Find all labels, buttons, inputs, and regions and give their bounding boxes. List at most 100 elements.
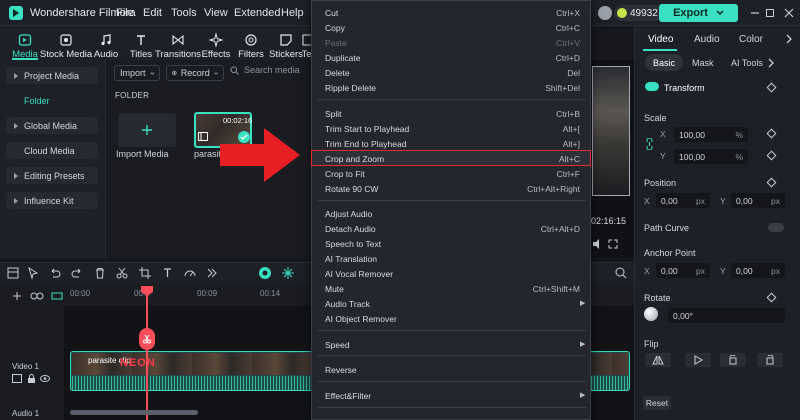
flip-horizontal-button[interactable] (645, 353, 671, 367)
credits-badge[interactable]: 49932 (614, 5, 663, 21)
select-tool-icon[interactable] (26, 266, 40, 280)
menu-item-mute[interactable]: Mute Ctrl+Shift+M (325, 281, 580, 296)
transform-toggle[interactable] (645, 82, 659, 91)
tool-stock-media[interactable]: Stock Media (40, 27, 92, 60)
ai-mate-icon[interactable] (258, 266, 272, 280)
menu-extended[interactable]: Extended (234, 7, 280, 19)
menu-help[interactable]: Help (281, 7, 304, 19)
tool-templates[interactable]: Te (302, 27, 311, 60)
rotate-field[interactable]: 0,00° (668, 308, 785, 323)
sidebar-item-folder[interactable]: Folder (6, 92, 98, 109)
video-track-icon[interactable] (12, 374, 22, 383)
menu-item-copy[interactable]: Copy Ctrl+C (325, 20, 580, 35)
chevron-right-icon[interactable] (767, 58, 775, 68)
menu-item-crop-and-zoom[interactable]: Crop and Zoom Alt+C (325, 151, 580, 166)
menu-view[interactable]: View (204, 7, 228, 19)
playhead[interactable] (146, 287, 148, 420)
menu-item-trim-start[interactable]: Trim Start to Playhead Alt+[ (325, 121, 580, 136)
subtab-basic[interactable]: Basic (645, 54, 684, 71)
fullscreen-icon[interactable] (607, 238, 619, 250)
menu-item-speech-to-text[interactable]: Speech to Text (325, 236, 580, 251)
position-y-field[interactable]: 0,00 px (731, 193, 785, 208)
zoom-icon[interactable] (614, 266, 628, 280)
timeline-scrollbar[interactable] (70, 410, 198, 415)
menu-item-adjust-audio[interactable]: Adjust Audio (325, 206, 580, 221)
rotate-right-button[interactable] (757, 353, 783, 367)
subtab-mask[interactable]: Mask (684, 54, 722, 71)
menu-item-crop-to-fit[interactable]: Crop to Fit Ctrl+F (325, 166, 580, 181)
sidebar-item-cloud-media[interactable]: Cloud Media (6, 142, 98, 159)
menu-item-detach-audio[interactable]: Detach Audio Ctrl+Alt+D (325, 221, 580, 236)
tab-audio[interactable]: Audio (694, 34, 720, 45)
snowflake-icon[interactable] (281, 266, 295, 280)
menu-item-trim-end[interactable]: Trim End to Playhead Alt+] (325, 136, 580, 151)
minimize-icon[interactable] (748, 6, 762, 20)
theme-toggle[interactable] (598, 6, 612, 20)
position-x-field[interactable]: 0,00 px (656, 193, 710, 208)
menu-tools[interactable]: Tools (171, 7, 197, 19)
maximize-icon[interactable] (763, 6, 777, 20)
link-ratio-icon[interactable] (645, 138, 654, 150)
menu-item-effect-filter[interactable]: Effect&Filter (325, 388, 580, 403)
menu-item-reverse[interactable]: Reverse (325, 362, 580, 377)
tool-effects[interactable]: Effects (202, 27, 230, 60)
menu-item-duplicate[interactable]: Duplicate Ctrl+D (325, 50, 580, 65)
sidebar-item-editing-presets[interactable]: Editing Presets (6, 167, 98, 184)
tool-filters[interactable]: Filters (238, 27, 264, 60)
crop-icon[interactable] (138, 266, 152, 280)
reset-button[interactable]: Reset (643, 396, 671, 410)
undo-icon[interactable] (48, 266, 62, 280)
speed-icon[interactable] (183, 266, 197, 280)
redo-icon[interactable] (70, 266, 84, 280)
eye-icon[interactable] (40, 374, 50, 383)
menu-item-split[interactable]: Split Ctrl+B (325, 106, 580, 121)
menu-item-ripple-delete[interactable]: Ripple Delete Shift+Del (325, 80, 580, 95)
volume-icon[interactable] (592, 238, 604, 250)
menu-item-ai-vocal-remover[interactable]: AI Vocal Remover (325, 266, 580, 281)
tool-stickers[interactable]: Stickers (269, 27, 303, 60)
import-media-tile[interactable] (118, 113, 176, 147)
record-dropdown[interactable]: Record (166, 65, 224, 81)
split-scissors-button[interactable] (139, 328, 155, 350)
anchor-x-field[interactable]: 0,00 px (656, 263, 710, 278)
close-icon[interactable] (782, 6, 796, 20)
path-curve-toggle[interactable] (768, 223, 784, 232)
tab-color[interactable]: Color (739, 34, 763, 45)
rotate-left-button[interactable] (720, 353, 746, 367)
tool-media[interactable]: Media (12, 27, 38, 60)
scale-x-field[interactable]: 100,00 % (674, 127, 748, 142)
sidebar-item-influence-kit[interactable]: Influence Kit (6, 192, 98, 209)
search-input[interactable]: Search media (230, 65, 300, 75)
snap-icon[interactable] (50, 289, 64, 303)
menu-file[interactable]: File (116, 7, 134, 19)
tool-titles[interactable]: Titles (130, 27, 152, 60)
split-scissors-icon[interactable] (115, 266, 129, 280)
anchor-y-field[interactable]: 0,00 px (731, 263, 785, 278)
tool-audio[interactable]: Audio (94, 27, 118, 60)
menu-item-ai-translation[interactable]: AI Translation (325, 251, 580, 266)
more-tools-icon[interactable] (205, 266, 219, 280)
menu-item-speed[interactable]: Speed (325, 337, 580, 352)
sidebar-item-project-media[interactable]: Project Media (6, 67, 98, 84)
menu-item-rotate-90-cw[interactable]: Rotate 90 CW Ctrl+Alt+Right (325, 181, 580, 196)
import-dropdown[interactable]: Import (114, 65, 160, 81)
add-track-icon[interactable] (10, 289, 24, 303)
rotate-knob[interactable] (644, 307, 658, 321)
link-icon[interactable] (30, 289, 44, 303)
lock-icon[interactable] (27, 374, 36, 383)
menu-edit[interactable]: Edit (143, 7, 162, 19)
subtab-ai-tools[interactable]: AI Tools (723, 54, 771, 71)
tool-transitions[interactable]: Transitions (155, 27, 201, 60)
menu-item-delete[interactable]: Delete Del (325, 65, 580, 80)
chevron-right-icon[interactable] (785, 34, 793, 44)
text-tool-icon[interactable] (161, 266, 175, 280)
menu-item-ai-object-remover[interactable]: AI Object Remover (325, 311, 580, 326)
delete-icon[interactable] (93, 266, 107, 280)
flip-vertical-button[interactable] (685, 353, 711, 367)
scale-y-field[interactable]: 100,00 % (674, 149, 748, 164)
layout-icon[interactable] (6, 266, 20, 280)
export-button[interactable]: Export (659, 4, 738, 22)
sidebar-item-global-media[interactable]: Global Media (6, 117, 98, 134)
menu-item-cut[interactable]: Cut Ctrl+X (325, 5, 580, 20)
tab-video[interactable]: Video (648, 34, 673, 45)
